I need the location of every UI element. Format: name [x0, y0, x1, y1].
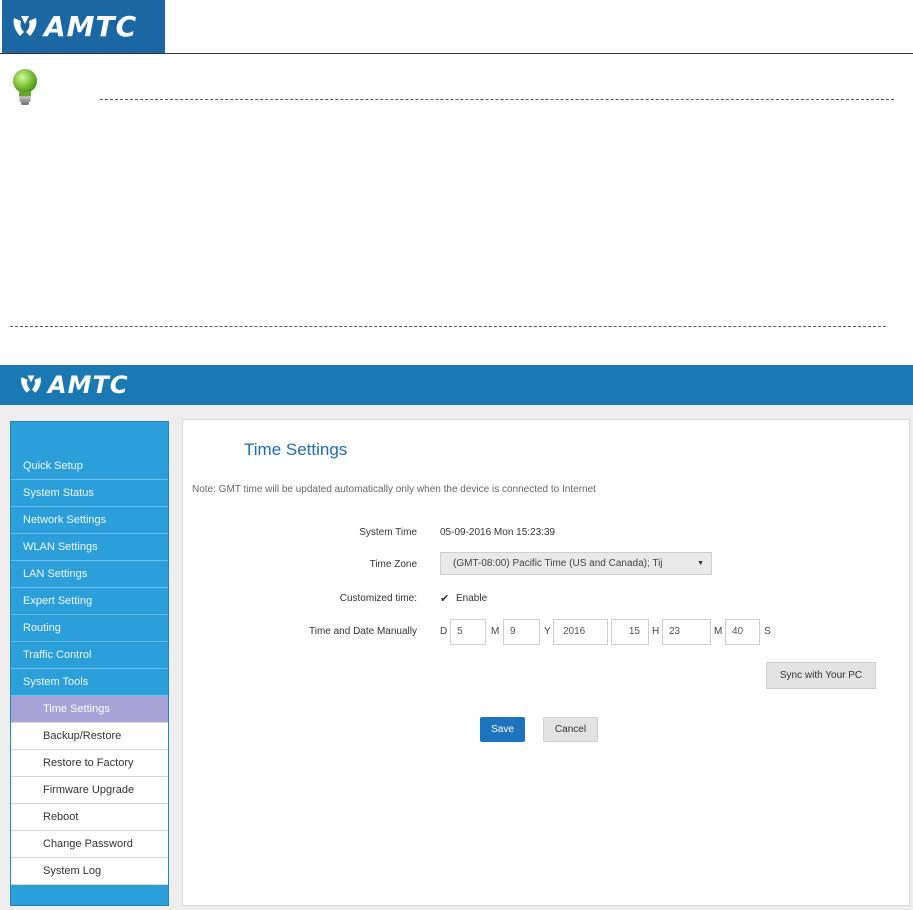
year-letter: Y	[544, 626, 551, 637]
save-button[interactable]: Save	[480, 717, 525, 742]
tip-divider-bottom	[10, 326, 886, 327]
hour-input[interactable]: 15	[611, 619, 649, 645]
tip-lightbulb-icon	[13, 69, 37, 105]
month-letter: M	[491, 626, 500, 637]
page-title: Time Settings	[244, 440, 348, 459]
month-input[interactable]: 9	[503, 619, 540, 645]
sidebar-item-expert-setting[interactable]: Expert Setting	[11, 588, 168, 615]
sidebar-item-network-settings[interactable]: Network Settings	[11, 507, 168, 534]
system-time-label: System Time	[359, 527, 417, 538]
second-input[interactable]: 40	[725, 619, 760, 645]
sidebar: Quick Setup System Status Network Settin…	[10, 421, 169, 906]
time-zone-select[interactable]: (GMT-08:00) Pacific Time (US and Canada)…	[440, 552, 712, 575]
year-input[interactable]: 2016	[553, 619, 608, 645]
header-rule	[0, 53, 913, 54]
enable-checkbox[interactable]: ✔	[440, 594, 450, 605]
sidebar-item-system-tools[interactable]: System Tools	[11, 669, 168, 696]
sidebar-subitem-restore-factory[interactable]: Restore to Factory	[11, 750, 168, 777]
sidebar-subitem-reboot[interactable]: Reboot	[11, 804, 168, 831]
dropdown-arrow-icon: ▼	[697, 560, 704, 567]
amtc-logo-icon	[21, 375, 41, 393]
minute-input[interactable]: 23	[662, 619, 711, 645]
sidebar-subitem-time-settings[interactable]: Time Settings	[11, 696, 168, 723]
sidebar-item-quick-setup[interactable]: Quick Setup	[11, 453, 168, 480]
document-logo-text: AMTC	[44, 10, 138, 43]
sidebar-subitem-firmware-upgrade[interactable]: Firmware Upgrade	[11, 777, 168, 804]
amtc-logo-icon	[13, 15, 37, 36]
sidebar-item-system-status[interactable]: System Status	[11, 480, 168, 507]
enable-checkbox-label: Enable	[456, 593, 488, 604]
sidebar-item-routing[interactable]: Routing	[11, 615, 168, 642]
system-time-value: 05-09-2016 Mon 15:23:39	[440, 527, 556, 538]
sidebar-item-traffic-control[interactable]: Traffic Control	[11, 642, 168, 669]
day-letter: D	[440, 626, 448, 637]
day-input[interactable]: 5	[450, 619, 486, 645]
time-zone-label: Time Zone	[369, 559, 417, 570]
cancel-button[interactable]: Cancel	[543, 717, 598, 742]
sidebar-subitem-system-log[interactable]: System Log	[11, 858, 168, 885]
gmt-note: Note: GMT time will be updated automatic…	[192, 484, 596, 495]
router-header: AMTC	[0, 365, 913, 405]
sidebar-item-wlan-settings[interactable]: WLAN Settings	[11, 534, 168, 561]
second-letter: S	[764, 626, 771, 637]
sidebar-subitem-backup-restore[interactable]: Backup/Restore	[11, 723, 168, 750]
minute-letter: M	[714, 626, 723, 637]
main-content: Time Settings Note: GMT time will be upd…	[182, 419, 910, 906]
sidebar-item-lan-settings[interactable]: LAN Settings	[11, 561, 168, 588]
time-zone-selected: (GMT-08:00) Pacific Time (US and Canada)…	[453, 558, 663, 569]
customized-time-label: Customized time:	[339, 593, 417, 604]
document-logo: AMTC	[2, 0, 165, 53]
sidebar-menu: Quick Setup System Status Network Settin…	[11, 453, 168, 885]
manual-time-label: Time and Date Manually	[308, 626, 417, 637]
sidebar-subitem-change-password[interactable]: Change Password	[11, 831, 168, 858]
hour-letter: H	[652, 626, 660, 637]
tip-divider-top	[100, 99, 894, 100]
router-logo-text: AMTC	[48, 371, 129, 399]
sync-with-pc-button[interactable]: Sync with Your PC	[766, 662, 876, 689]
router-ui-screenshot: AMTC Quick Setup System Status Network S…	[0, 365, 913, 910]
